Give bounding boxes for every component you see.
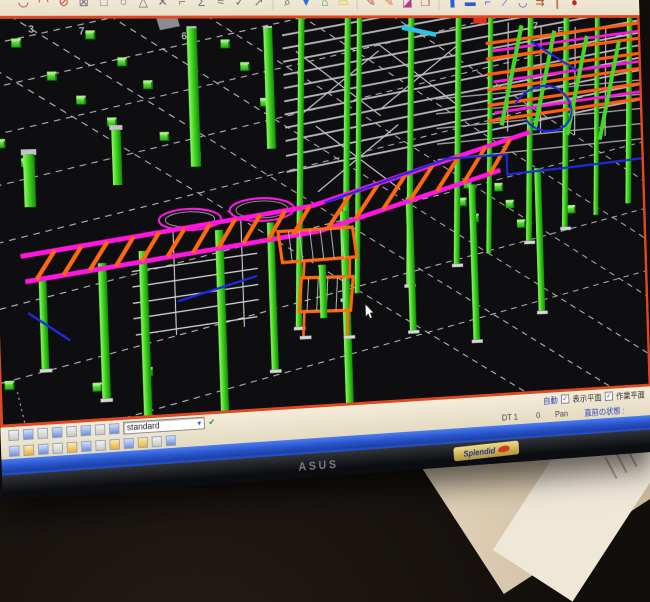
create-twin-profile-icon[interactable]: ⇉	[533, 0, 547, 7]
mini-snap-icon[interactable]	[95, 439, 106, 451]
mode-indicator: Pan	[555, 409, 568, 419]
work-plane-checkbox[interactable]: ✓	[605, 391, 613, 401]
snap-circle-icon[interactable]: ○	[115, 0, 131, 7]
snap-wave-icon[interactable]: ≈	[213, 0, 229, 7]
pen-orange-icon[interactable]: ✎	[382, 0, 397, 7]
model-viewport[interactable]: 3 7 6 5 7 E	[0, 15, 650, 428]
create-curved-beam-icon[interactable]: ◡	[515, 0, 529, 7]
mini-tool-icon[interactable]	[8, 429, 19, 441]
record-icon[interactable]: ●	[567, 0, 581, 7]
construction-grid-lines[interactable]	[0, 18, 648, 425]
mini-tool-icon[interactable]	[66, 425, 77, 437]
snap-triangle-icon[interactable]: △	[135, 0, 151, 7]
mini-snap-icon[interactable]	[109, 438, 120, 449]
binoculars-icon[interactable]: ⌕	[280, 0, 296, 7]
view-plane-checkbox[interactable]: ✓	[561, 394, 569, 404]
combo-caret-icon[interactable]: ▾	[197, 418, 201, 427]
svg-text:3: 3	[28, 24, 34, 36]
mini-snap-icon[interactable]	[138, 436, 149, 447]
cross-braces[interactable]	[296, 44, 464, 193]
model-3d-scene[interactable]: 3 7 6 5 7 E	[0, 18, 648, 425]
weld-symbol-icon[interactable]: ◡	[15, 0, 32, 7]
mini-snap-icon[interactable]	[9, 445, 20, 457]
mini-tool-icon[interactable]	[109, 423, 120, 434]
note-icon[interactable]: ▭	[335, 0, 350, 7]
monitor-screen: ◡◠⊘⊠□○△✕⌐Σ≈✓↗⌕▼⌂▭✎✎◪❐▮▬⌐⟋◡⇉❙●	[0, 0, 650, 501]
create-beam-icon[interactable]: ▬	[463, 0, 478, 7]
toolbar-separator	[272, 0, 273, 10]
create-pole-icon[interactable]: ❙	[550, 0, 564, 7]
svg-text:7: 7	[79, 25, 85, 37]
red-member	[473, 18, 486, 24]
filter-icon[interactable]: ▼	[298, 0, 313, 7]
swatch-icon[interactable]: ◪	[400, 0, 415, 7]
splendid-sticker-text: Splendid	[463, 445, 495, 458]
mini-snap-icon[interactable]	[38, 443, 49, 455]
concrete-slab[interactable]	[156, 18, 180, 30]
snap-sum-icon[interactable]: Σ	[193, 0, 209, 7]
tall-columns[interactable]	[17, 26, 278, 207]
weld-symbol2-icon[interactable]: ◠	[35, 0, 52, 7]
mini-tool-icon[interactable]	[52, 426, 63, 438]
snap-corner-icon[interactable]: ⌐	[174, 0, 190, 7]
view-plane-label: 表示平面	[572, 391, 602, 405]
foundation-footings[interactable]	[0, 29, 580, 397]
snap-box-icon[interactable]: ⊠	[75, 0, 92, 7]
create-slanted-beam-icon[interactable]: ⟋	[498, 0, 513, 7]
girt-lines[interactable]	[130, 219, 259, 337]
mini-tool-icon[interactable]	[95, 423, 106, 434]
mini-snap-icon[interactable]	[81, 440, 92, 452]
work-area-icon[interactable]: ⌂	[317, 0, 332, 7]
snap-cross-icon[interactable]: ✕	[155, 0, 171, 7]
prev-state-label: 直前の状態 :	[584, 404, 625, 418]
no-weld-icon[interactable]: ⊘	[55, 0, 72, 7]
auto-plane-label: 自動	[543, 394, 558, 407]
cyan-pipe[interactable]	[402, 27, 436, 35]
mini-tool-icon[interactable]	[37, 427, 48, 439]
style-combo-value: standard	[127, 420, 160, 432]
mini-tool-icon[interactable]	[23, 428, 34, 440]
create-polybeam-icon[interactable]: ⌐	[480, 0, 495, 7]
mini-snap-icon[interactable]	[165, 435, 176, 446]
mini-snap-icon[interactable]	[67, 441, 78, 453]
toolbar-separator	[438, 0, 439, 10]
splendid-sticker: Splendid	[453, 440, 519, 461]
copy-icon[interactable]: ❐	[418, 0, 433, 7]
snap-square-icon[interactable]: □	[95, 0, 111, 7]
mouse-cursor	[365, 304, 374, 319]
snap-check-icon[interactable]: ✓	[232, 0, 248, 7]
create-column-icon[interactable]: ▮	[445, 0, 460, 7]
snap-arrow-icon[interactable]: ↗	[251, 0, 267, 7]
mini-snap-icon[interactable]	[123, 437, 134, 448]
toolbar-separator	[356, 0, 357, 10]
mini-snap-icon[interactable]	[52, 442, 63, 454]
mini-snap-icon[interactable]	[152, 435, 163, 446]
mini-snap-icon[interactable]	[23, 444, 34, 456]
apply-check-icon[interactable]: ✔	[208, 416, 215, 427]
sticker-swoosh-icon	[497, 445, 510, 453]
mini-tool-icon[interactable]	[80, 424, 91, 436]
svg-text:6: 6	[181, 31, 187, 43]
work-plane-label: 作業平面	[616, 388, 645, 402]
dt-indicator: DT 1	[502, 412, 518, 422]
pen-red-icon[interactable]: ✎	[363, 0, 378, 7]
asus-logo: ASUS	[298, 457, 338, 473]
top-toolbar: ◡◠⊘⊠□○△✕⌐Σ≈✓↗⌕▼⌂▭✎✎◪❐▮▬⌐⟋◡⇉❙●	[0, 0, 639, 16]
blue-pipes[interactable]	[19, 41, 646, 342]
zero-indicator: 0	[536, 411, 540, 420]
